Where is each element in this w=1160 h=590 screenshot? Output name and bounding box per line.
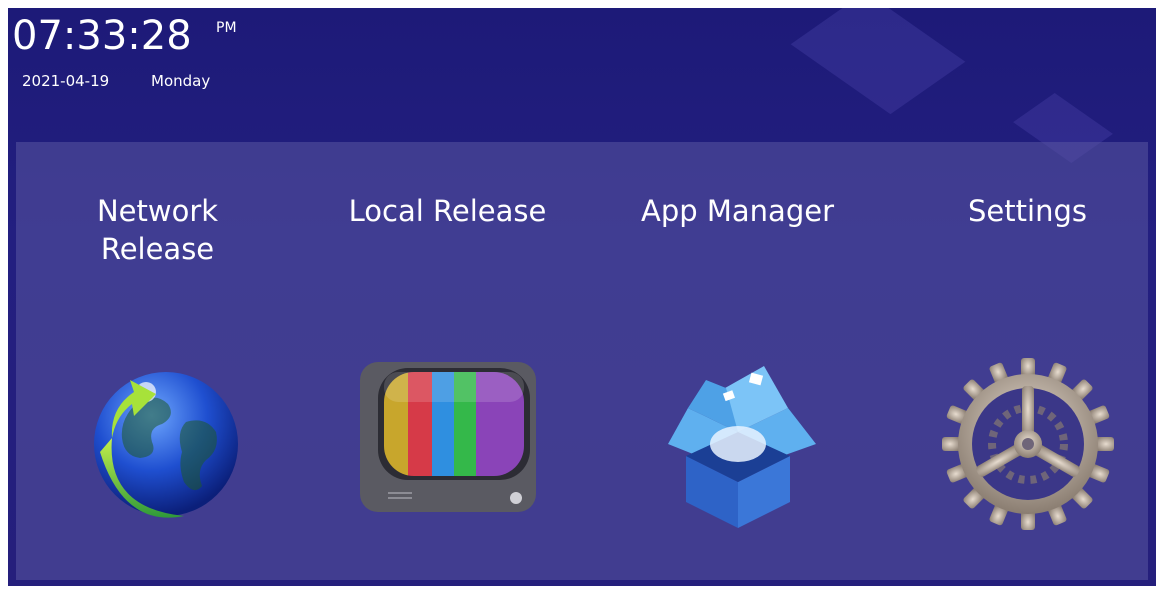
network-release-label: Network Release <box>96 194 219 266</box>
settings-tile[interactable]: Settings <box>886 142 1156 580</box>
gear-icon <box>941 358 1114 530</box>
open-box-icon <box>667 366 816 528</box>
settings-label: Settings <box>968 194 1087 228</box>
launcher-screen: 07:33:28 PM 2021-04-19 Monday Network Re… <box>8 8 1156 586</box>
clock-weekday: Monday <box>151 72 211 90</box>
clock-ampm: PM <box>216 20 237 36</box>
app-manager-label: App Manager <box>641 194 834 228</box>
local-release-tile[interactable]: Local Release <box>306 142 589 580</box>
app-manager-tile[interactable]: App Manager <box>596 142 879 580</box>
network-release-tile[interactable]: Network Release <box>16 142 299 580</box>
globe-refresh-icon <box>93 372 238 518</box>
clock-time: 07:33:28 <box>12 13 192 59</box>
local-release-label: Local Release <box>348 194 547 228</box>
background-cube-decoration <box>790 8 966 115</box>
tv-icon <box>359 362 536 512</box>
app-menu-panel: Network Release Local Release App Manage… <box>16 142 1148 580</box>
clock-date: 2021-04-19 <box>22 72 110 90</box>
